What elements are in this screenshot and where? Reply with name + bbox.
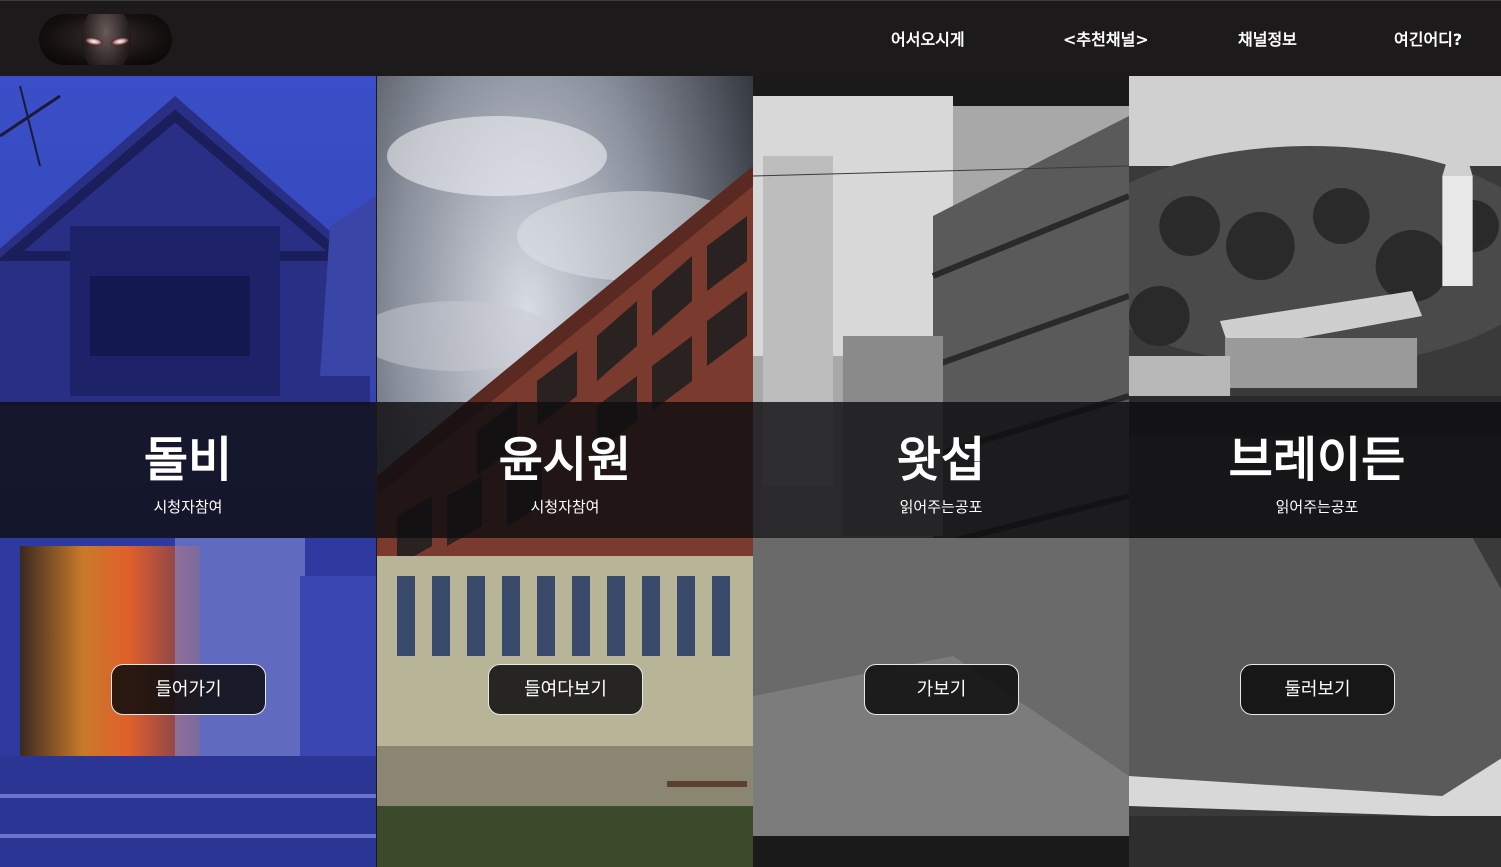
channel-subtitle: 읽어주는공포: [899, 498, 983, 516]
channel-title: 윤시원: [498, 432, 632, 488]
channel-subtitle: 읽어주는공포: [1275, 498, 1359, 516]
nav-item-welcome[interactable]: 어서오시게: [891, 1, 965, 77]
nav-item-where-is-here[interactable]: 여긴어디?: [1394, 1, 1462, 77]
nav-item-recommended-channels[interactable]: <추천채널>: [1063, 1, 1149, 77]
go-see-button[interactable]: 가보기: [864, 664, 1019, 715]
look-around-button[interactable]: 둘러보기: [1240, 664, 1395, 715]
channel-subtitle: 시청자참여: [530, 498, 600, 516]
look-inside-button[interactable]: 들여다보기: [488, 664, 643, 715]
channel-title: 돌비: [143, 432, 233, 488]
channel-subtitle: 시청자참여: [153, 498, 223, 516]
channel-title: 브레이든: [1228, 432, 1406, 488]
channel-card-watsub: 왓섭 읽어주는공포 가보기: [753, 76, 1129, 867]
nav-item-channel-info[interactable]: 채널정보: [1238, 1, 1297, 77]
horror-face-logo[interactable]: [39, 14, 172, 65]
top-navigation-bar: 어서오시게 <추천채널> 채널정보 여긴어디?: [0, 0, 1501, 76]
channel-title: 왓섭: [896, 432, 986, 488]
enter-button[interactable]: 들어가기: [111, 664, 266, 715]
channel-card-braiden: 브레이든 읽어주는공포 둘러보기: [1129, 76, 1501, 867]
channel-card-yunsiwon: 윤시원 시청자참여 들여다보기: [377, 76, 753, 867]
channel-card-dolbi: 돌비 시청자참여 들어가기: [0, 76, 376, 867]
